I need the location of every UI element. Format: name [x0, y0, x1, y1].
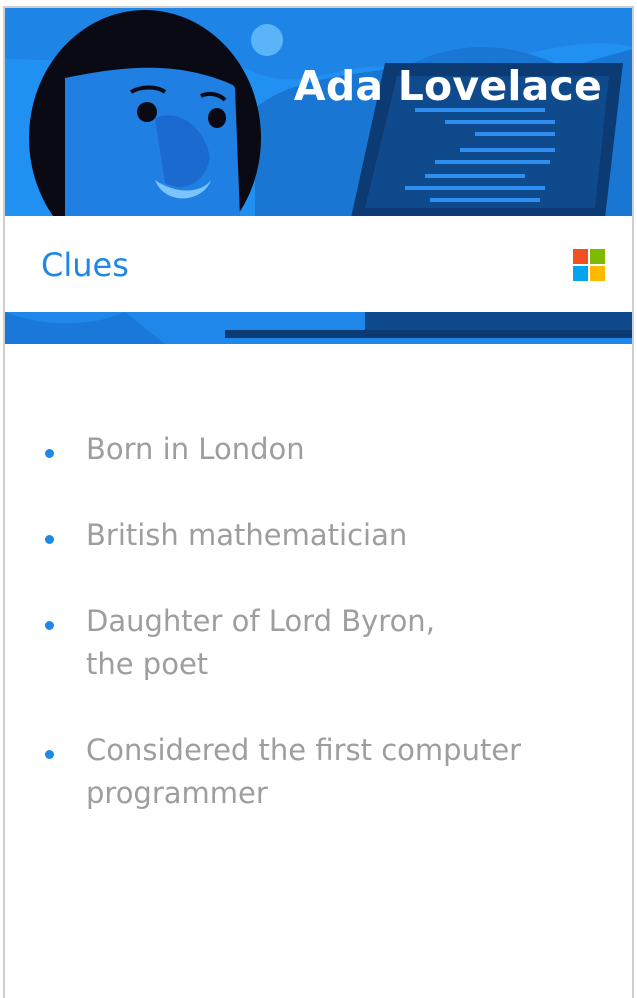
logo-yellow-square — [590, 266, 605, 281]
clue-card: Ada Lovelace Clues Born in London Britis… — [3, 6, 634, 998]
clues-header-bar: Clues — [5, 216, 632, 312]
logo-blue-square — [573, 266, 588, 281]
microsoft-logo-icon — [573, 249, 605, 281]
clue-text: British mathematician — [86, 518, 408, 552]
logo-red-square — [573, 249, 588, 264]
bullet-icon — [45, 535, 54, 544]
clue-text: Born in London — [86, 432, 305, 466]
bullet-icon — [45, 750, 54, 759]
clue-text: Considered the first computer programmer — [86, 733, 522, 810]
bullet-icon — [45, 621, 54, 630]
clues-heading: Clues — [41, 246, 129, 284]
bullet-icon — [45, 449, 54, 458]
person-name-title: Ada Lovelace — [293, 62, 602, 110]
logo-green-square — [590, 249, 605, 264]
clue-text: Daughter of Lord Byron, the poet — [86, 604, 435, 681]
